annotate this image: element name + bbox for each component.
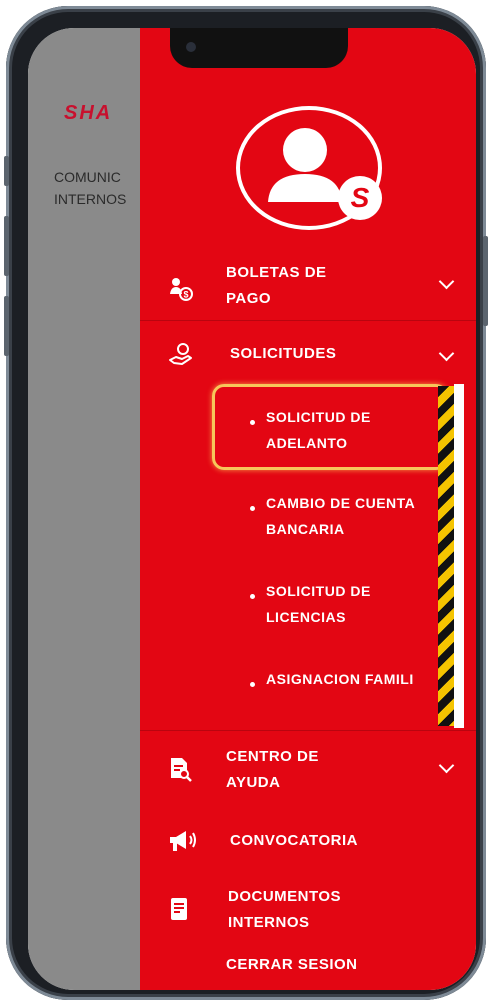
submenu-item-cambio-de-cuenta-bancaria[interactable]: CAMBIO DE CUENTA BANCARIA bbox=[140, 486, 440, 542]
comunicados-internos-link: COMUNIC INTERNOS bbox=[54, 169, 127, 207]
camera-notch bbox=[170, 28, 348, 68]
power-button bbox=[483, 236, 488, 326]
screen: SHA COMUNIC INTERNOS S $ BOLETAS DE PAGO… bbox=[28, 28, 476, 990]
chevron-down-icon bbox=[438, 273, 455, 290]
document-search-icon bbox=[171, 758, 192, 782]
brand-badge-icon: S bbox=[338, 176, 382, 220]
menu-item-centro-de-ayuda[interactable]: CENTRO DE AYUDA bbox=[140, 738, 476, 800]
submenu-label: CAMBIO DE CUENTA BANCARIA bbox=[266, 495, 416, 537]
company-logo: SHA bbox=[64, 102, 113, 124]
warning-stripe bbox=[438, 386, 454, 726]
menu-label: CONVOCATORIA bbox=[230, 832, 358, 849]
chevron-down-icon bbox=[438, 345, 455, 362]
camera-icon bbox=[186, 42, 196, 52]
menu-item-cerrar-sesion[interactable]: CERRAR SESION bbox=[140, 948, 476, 982]
menu-label: BOLETAS DE PAGO bbox=[226, 264, 327, 307]
phone-frame: SHA COMUNIC INTERNOS S $ BOLETAS DE PAGO… bbox=[4, 6, 488, 1000]
submenu-label: SOLICITUD DE ADELANTO bbox=[266, 409, 371, 451]
submenu-label: SOLICITUD DE LICENCIAS bbox=[266, 583, 371, 625]
menu-label: SOLICITUDES bbox=[230, 345, 337, 362]
backdrop-overlay[interactable]: SHA COMUNIC INTERNOS bbox=[28, 28, 146, 990]
menu-label: DOCUMENTOS INTERNOS bbox=[228, 888, 342, 931]
hand-money-icon bbox=[169, 343, 192, 365]
menu-item-solicitudes[interactable]: SOLICITUDES bbox=[140, 334, 476, 374]
divider bbox=[140, 730, 476, 731]
menu-label: CERRAR SESION bbox=[226, 956, 358, 973]
bullet bbox=[250, 682, 255, 687]
volume-down-button bbox=[4, 296, 9, 356]
bullet bbox=[250, 594, 255, 599]
document-icon bbox=[171, 898, 187, 920]
mute-switch bbox=[4, 156, 9, 186]
svg-text:$: $ bbox=[184, 290, 189, 300]
side-drawer: S $ BOLETAS DE PAGO SOLICITUDES SOLICITU… bbox=[140, 28, 476, 990]
volume-up-button bbox=[4, 216, 9, 276]
chevron-down-icon bbox=[438, 757, 455, 774]
submenu-item-solicitud-de-licencias[interactable]: SOLICITUD DE LICENCIAS bbox=[140, 574, 440, 630]
submenu-item-asignacion-familiar[interactable]: ASIGNACION FAMILI bbox=[140, 664, 440, 704]
menu-label: CENTRO DE AYUDA bbox=[226, 748, 319, 791]
divider bbox=[140, 320, 476, 321]
menu-item-boletas-de-pago[interactable]: $ BOLETAS DE PAGO bbox=[140, 256, 476, 318]
vertical-watermark bbox=[454, 384, 464, 728]
bullet bbox=[250, 420, 255, 425]
submenu-item-solicitud-de-adelanto[interactable]: SOLICITUD DE ADELANTO bbox=[140, 400, 440, 456]
menu-item-convocatoria[interactable]: CONVOCATORIA bbox=[140, 822, 476, 862]
users-payment-icon: $ bbox=[170, 278, 193, 301]
megaphone-icon bbox=[170, 831, 196, 851]
submenu-label: ASIGNACION FAMILI bbox=[266, 671, 414, 687]
bullet bbox=[250, 506, 255, 511]
menu-item-documentos-internos[interactable]: DOCUMENTOS INTERNOS bbox=[140, 880, 476, 940]
